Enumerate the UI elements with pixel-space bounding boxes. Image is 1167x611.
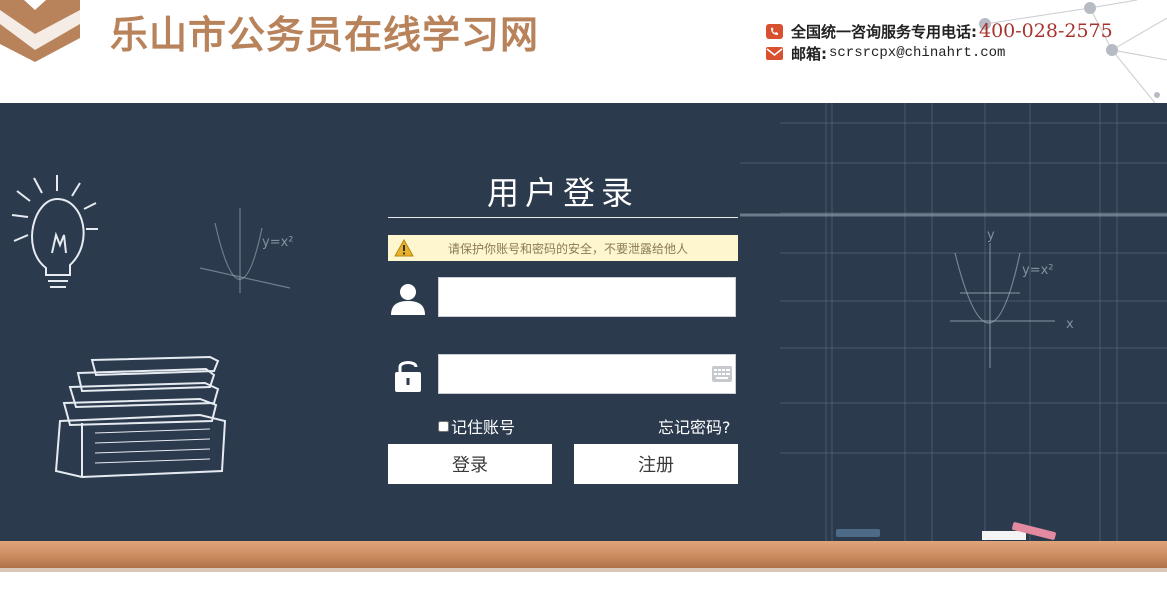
phone-row: 全国统一咨询服务专用电话: 400-028-2575 bbox=[766, 20, 1113, 42]
remember-account[interactable]: 记住账号 bbox=[438, 414, 515, 438]
user-icon bbox=[391, 284, 425, 315]
site-title: 乐山市公务员在线学习网 bbox=[110, 13, 540, 57]
lightbulb-icon bbox=[11, 175, 98, 288]
email-address[interactable]: scrsrcpx@chinahrt.com bbox=[829, 45, 1005, 61]
phone-label: 全国统一咨询服务专用电话: bbox=[791, 22, 977, 41]
title-divider bbox=[388, 217, 738, 218]
remember-checkbox[interactable] bbox=[438, 420, 449, 432]
email-label: 邮箱: bbox=[791, 44, 827, 63]
logo-chevron-icon bbox=[0, 0, 80, 62]
username-row bbox=[388, 277, 738, 319]
keyboard-icon[interactable] bbox=[712, 366, 732, 382]
eraser-icon bbox=[982, 531, 1026, 540]
register-button[interactable]: 注册 bbox=[574, 444, 738, 484]
ledge-shadow bbox=[0, 568, 1167, 572]
board-formula-left: y=x² bbox=[262, 235, 294, 250]
password-input[interactable] bbox=[438, 354, 736, 394]
mail-icon bbox=[766, 46, 783, 60]
board-formula-right: y=x² bbox=[1022, 263, 1054, 278]
lock-icon bbox=[395, 361, 421, 392]
password-row bbox=[388, 354, 738, 396]
chalk-ledge bbox=[0, 541, 1167, 570]
username-input[interactable] bbox=[438, 277, 736, 317]
warning-icon bbox=[394, 239, 414, 257]
email-row: 邮箱: scrsrcpx@chinahrt.com bbox=[766, 42, 1113, 64]
security-notice: 请保护你账号和密码的安全，不要泄露给他人 bbox=[388, 235, 738, 261]
phone-number: 400-028-2575 bbox=[979, 20, 1113, 42]
books-icon bbox=[54, 355, 227, 479]
chalk-icon bbox=[836, 529, 880, 537]
phone-icon bbox=[766, 23, 783, 39]
login-title: 用户登录 bbox=[486, 174, 639, 212]
login-button[interactable]: 登录 bbox=[388, 444, 552, 484]
remember-label: 记住账号 bbox=[451, 418, 516, 437]
contact-info: 全国统一咨询服务专用电话: 400-028-2575 邮箱: scrsrcpx@… bbox=[766, 20, 1113, 64]
security-notice-text: 请保护你账号和密码的安全，不要泄露给他人 bbox=[448, 241, 689, 256]
board-axis-x: x bbox=[1066, 317, 1074, 332]
board-axis-y: y bbox=[987, 228, 995, 243]
header: 乐山市公务员在线学习网 全国统一咨询服务专用电话: 400-028-2575 邮… bbox=[0, 0, 1167, 103]
forgot-password-link[interactable]: 忘记密码? bbox=[658, 414, 731, 438]
